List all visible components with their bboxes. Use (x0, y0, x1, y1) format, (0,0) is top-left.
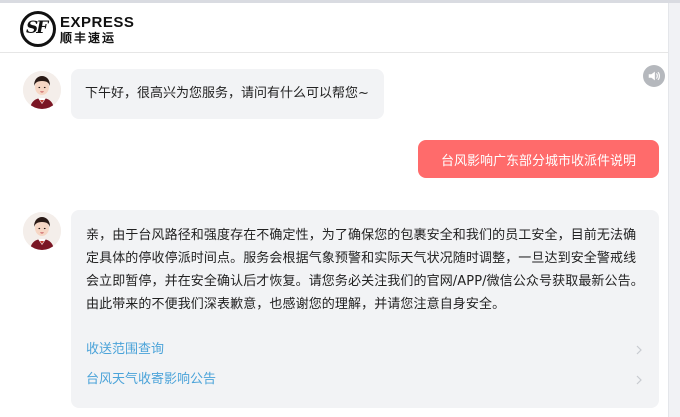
speaker-icon (648, 71, 660, 81)
greeting-text: 下午好，很高兴为您服务，请问有什么可以帮您~ (85, 86, 369, 101)
user-message[interactable]: 台风影响广东部分城市收派件说明 (418, 140, 659, 178)
link-label: 收送范围查询 (86, 342, 165, 357)
sf-express-logo: SF EXPRESS 顺丰速运 (20, 10, 134, 48)
link-label: 台风天气收寄影响公告 (86, 372, 217, 387)
chevron-right-icon (636, 345, 642, 355)
related-links: 收送范围查询 台风天气收寄影响公告 (86, 335, 644, 395)
chevron-right-icon (636, 375, 642, 385)
scrollbar-track[interactable] (668, 3, 680, 417)
bot-message-greeting: 下午好，很高兴为您服务，请问有什么可以帮您~ (71, 69, 384, 119)
logo-mark-text: SF (26, 18, 48, 38)
sf-logo-mark: SF (20, 11, 56, 47)
link-typhoon-notice[interactable]: 台风天气收寄影响公告 (86, 365, 644, 395)
link-delivery-range-query[interactable]: 收送范围查询 (86, 335, 644, 365)
agent-portrait-icon (23, 71, 61, 109)
agent-portrait-icon (23, 212, 61, 250)
logo-name-cn: 顺丰速运 (60, 30, 117, 45)
user-message-text: 台风影响广东部分城市收派件说明 (440, 153, 636, 169)
bot-message-reply: 亲，由于台风路径和强度存在不确定性，为了确保您的包裹安全和我们的员工安全，目前无… (71, 210, 659, 408)
agent-avatar (23, 212, 61, 250)
header: SF EXPRESS 顺丰速运 (0, 3, 680, 53)
sound-toggle-button[interactable] (643, 65, 665, 87)
reply-text: 亲，由于台风路径和强度存在不确定性，为了确保您的包裹安全和我们的员工安全，目前无… (86, 228, 644, 312)
agent-avatar (23, 71, 61, 109)
logo-name-en: EXPRESS (60, 13, 135, 31)
logo-text: EXPRESS 顺丰速运 (60, 15, 134, 44)
